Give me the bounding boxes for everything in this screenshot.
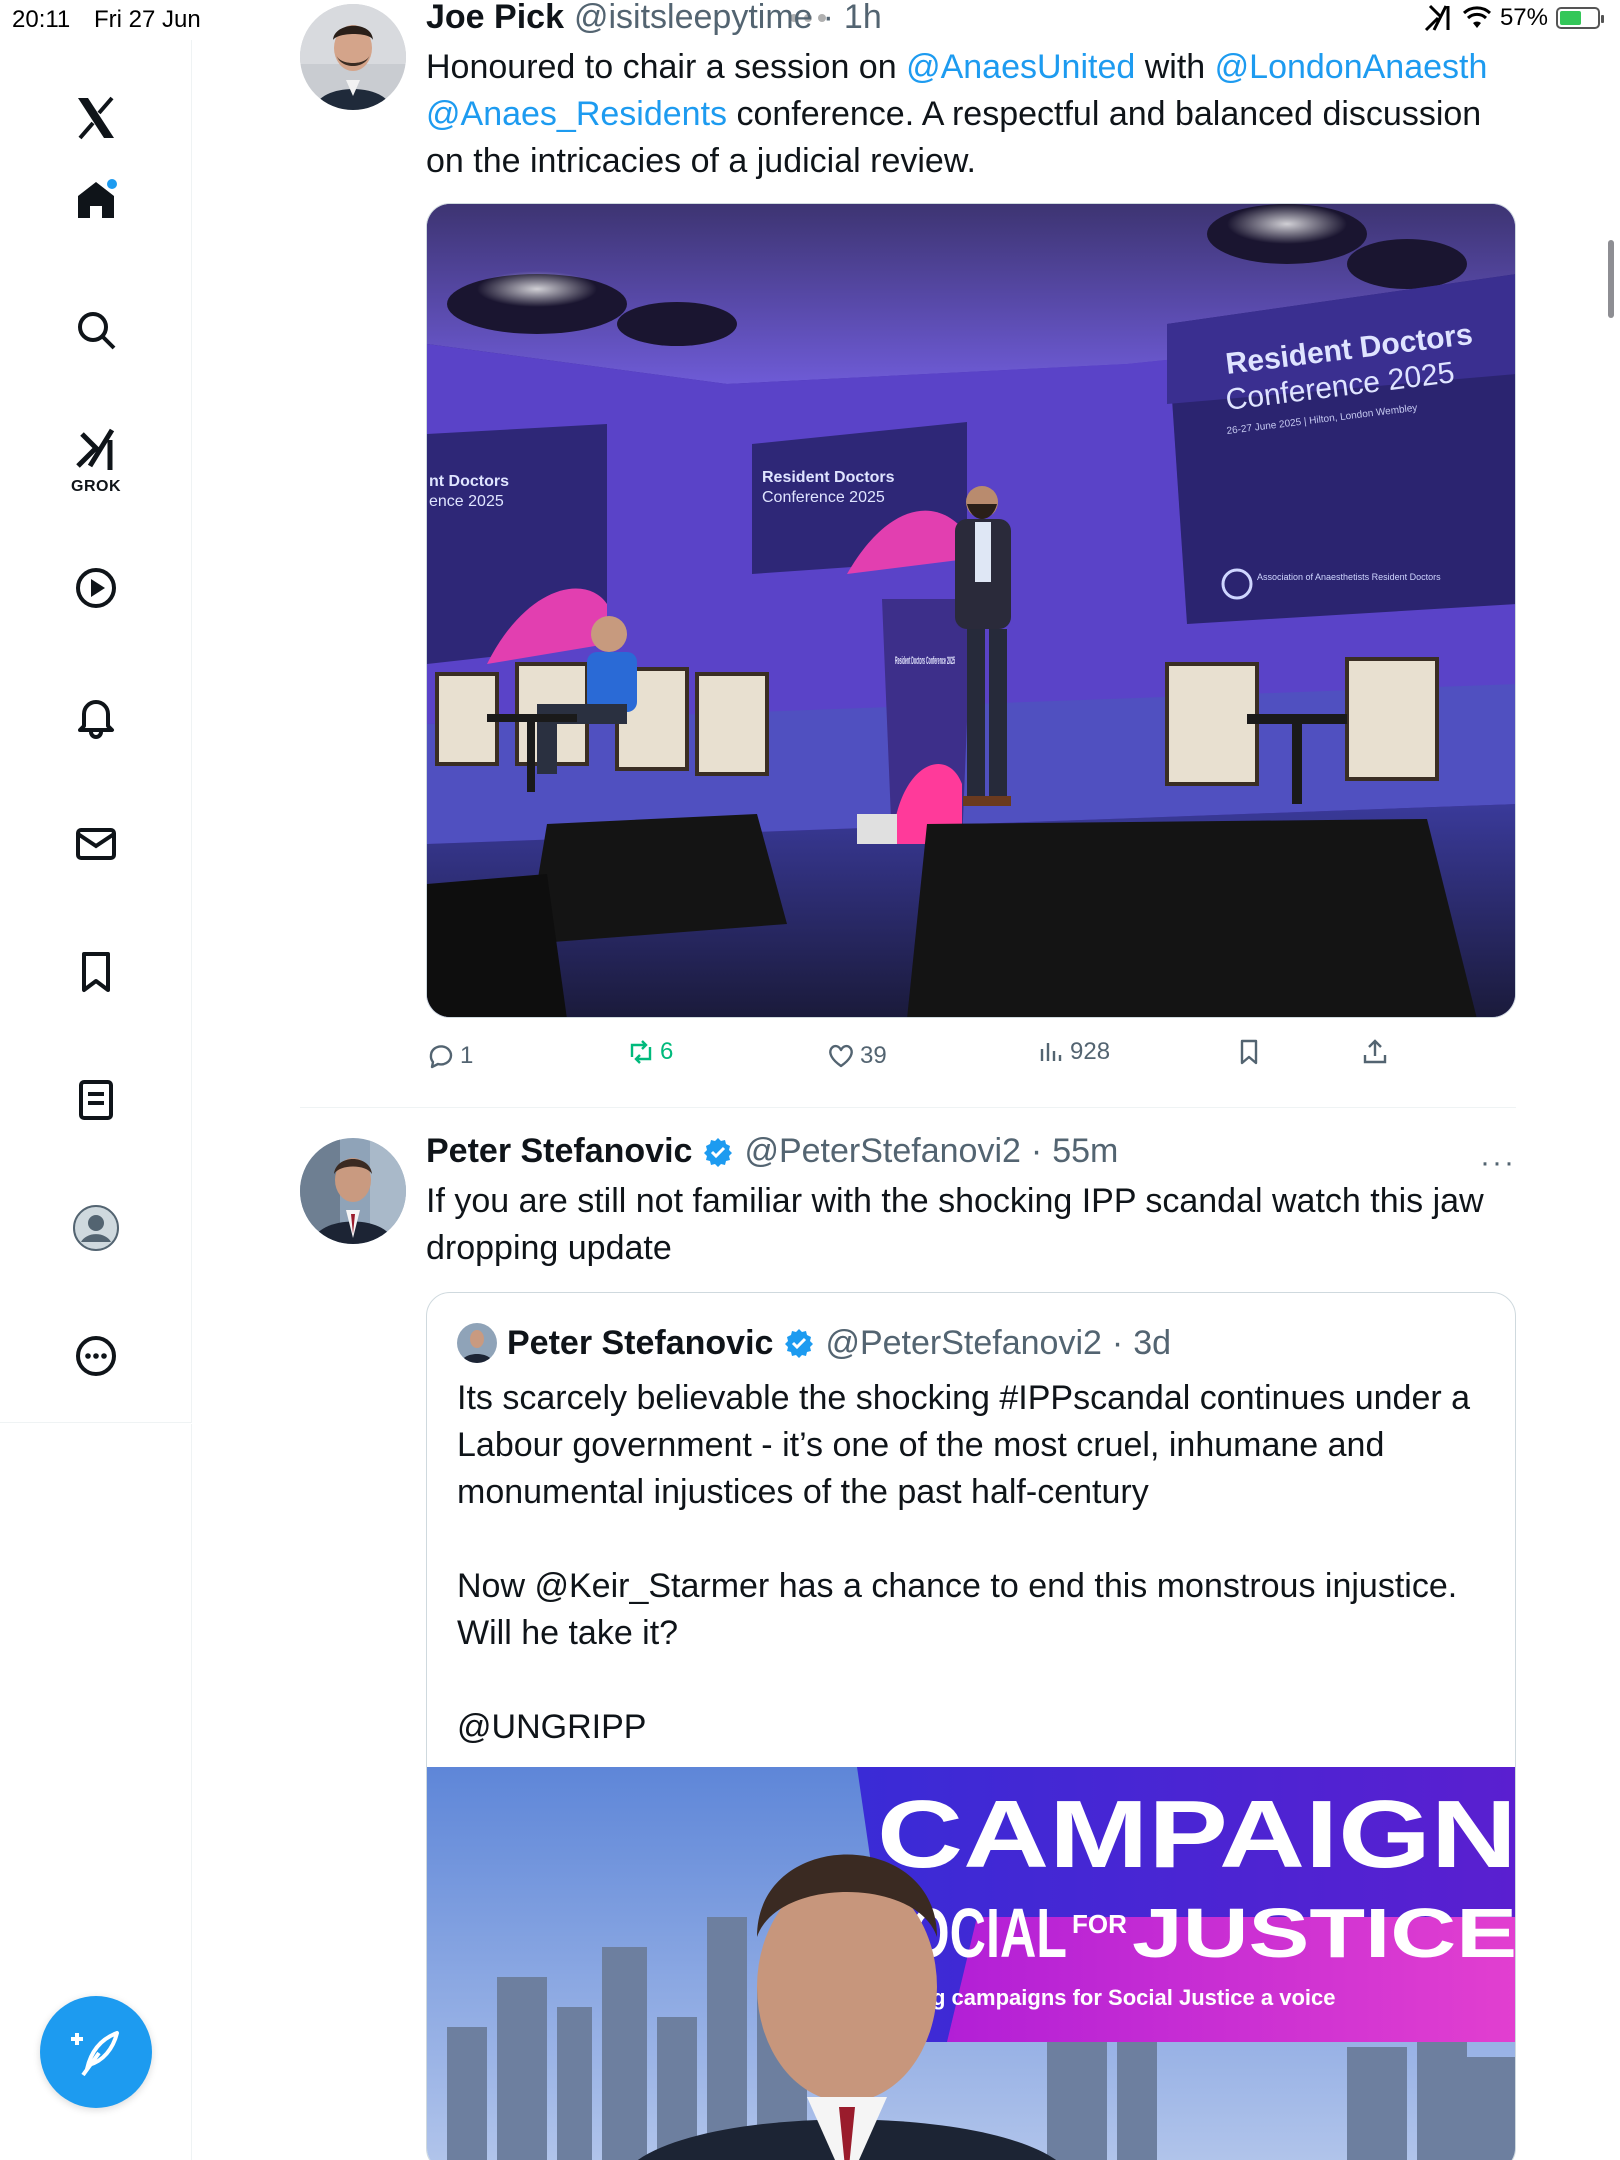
tweet-text: Honoured to chair a session on @AnaesUni… (426, 44, 1516, 185)
tweet-joe-pick[interactable]: Joe Pick @isitsleepytime · 1h Honoured t… (300, 0, 1516, 1108)
battery-icon (1556, 7, 1604, 29)
avatar-peter-stefanovic[interactable] (300, 1138, 406, 1244)
verified-badge-icon (704, 1137, 733, 1167)
banner-justice: JUSTICE (1132, 1894, 1516, 1972)
author-name[interactable]: Peter Stefanovic (426, 1132, 692, 1171)
views-button[interactable]: 928 (1036, 1037, 1110, 1067)
profile-icon[interactable] (66, 1198, 126, 1258)
home-icon[interactable] (66, 170, 126, 230)
author-handle[interactable]: @PeterStefanovi2 (744, 1132, 1020, 1171)
tweet-photo[interactable]: Resident Doctors Conference 2025 26-27 J… (426, 203, 1516, 1018)
x-logo-icon[interactable] (66, 88, 126, 148)
separator-dot: · (822, 0, 834, 36)
grok-icon[interactable] (66, 420, 126, 480)
quote-avatar[interactable] (457, 1323, 497, 1363)
text-segment: Honoured to chair a session on (426, 48, 907, 86)
banner-for: FOR (1072, 1909, 1127, 1939)
like-count: 39 (860, 1042, 887, 1069)
quote-time[interactable]: 3d (1133, 1324, 1171, 1363)
tweet-header: Peter Stefanovic @PeterStefanovi2 · 55m (426, 1132, 1118, 1171)
screen-left-title: nt Doctors (429, 473, 509, 490)
quote-video[interactable]: CAMPAIGN SOCIAL FOR JUSTICE Giving campa… (427, 1767, 1516, 2160)
list-icon[interactable] (66, 1070, 126, 1130)
status-date: Fri 27 Jun (94, 6, 201, 33)
screen-large-org: Association of Anaesthetists Resident Do… (1257, 572, 1441, 582)
tweet-text: If you are still not familiar with the s… (426, 1182, 1484, 1267)
banner-campaign: CAMPAIGN (877, 1781, 1516, 1888)
screen-left-subtitle: ence 2025 (429, 493, 504, 510)
bookmark-icon[interactable] (66, 942, 126, 1002)
author-handle[interactable]: @isitsleepytime (574, 0, 813, 37)
repost-icon (630, 1040, 652, 1064)
banner-tagline: Giving campaigns for Social Justice a vo… (877, 1985, 1336, 2010)
quote-author-name[interactable]: Peter Stefanovic (507, 1324, 773, 1363)
share-button[interactable] (1360, 1037, 1390, 1067)
mention-anaes-residents[interactable]: @Anaes_Residents (426, 95, 727, 133)
sidebar: GROK (0, 40, 192, 1423)
more-icon[interactable] (66, 1326, 126, 1386)
bookmark-icon (1240, 1039, 1258, 1065)
like-button[interactable]: 39 (826, 1041, 887, 1071)
compose-button[interactable] (40, 1996, 152, 2108)
mail-icon[interactable] (66, 814, 126, 874)
quote-tweet[interactable]: Peter Stefanovic @PeterStefanovi2 · 3d I… (426, 1292, 1516, 2160)
reply-icon (429, 1045, 453, 1069)
tweet-actions: 1 6 39 928 (426, 1035, 1516, 1075)
compose-icon (71, 2031, 119, 2077)
reply-count: 1 (460, 1042, 474, 1069)
search-icon[interactable] (66, 300, 126, 360)
reply-button[interactable]: 1 (426, 1041, 473, 1071)
scrollbar[interactable] (1608, 240, 1614, 318)
status-time: 20:11 (12, 6, 71, 33)
bookmark-button[interactable] (1234, 1037, 1264, 1067)
repost-button[interactable]: 6 (626, 1037, 673, 1067)
separator-dot: · (1111, 1323, 1124, 1362)
lectern-text: Resident Doctors Conference 2025 (895, 655, 955, 667)
mention-londonanaesth[interactable]: @LondonAnaesth (1215, 48, 1488, 86)
avatar-joe-pick[interactable] (300, 4, 406, 110)
quote-text: Its scarcely believable the shocking #IP… (457, 1379, 1471, 1746)
separator-dot: · (1030, 1132, 1043, 1170)
repost-count: 6 (660, 1038, 674, 1065)
play-icon[interactable] (66, 558, 126, 618)
share-icon (1363, 1039, 1387, 1064)
heart-icon (829, 1044, 853, 1068)
tweet-time[interactable]: 1h (844, 0, 882, 37)
tweet-header: Joe Pick @isitsleepytime · 1h (426, 0, 882, 37)
verified-badge-icon (785, 1329, 814, 1358)
quote-author-handle[interactable]: @PeterStefanovi2 (825, 1324, 1101, 1363)
screen-mid-subtitle: Conference 2025 (762, 489, 885, 506)
mention-anaesunited[interactable]: @AnaesUnited (906, 48, 1135, 86)
quote-header: Peter Stefanovic @PeterStefanovi2 · 3d (457, 1323, 1171, 1363)
bell-icon[interactable] (66, 686, 126, 746)
views-icon (1040, 1043, 1062, 1061)
grok-label: GROK (71, 478, 121, 495)
view-count: 928 (1070, 1038, 1111, 1065)
screen-mid-title: Resident Doctors (762, 469, 895, 486)
text-segment: with (1135, 48, 1215, 86)
more-options-icon[interactable]: ··· (1480, 1146, 1516, 1180)
author-name[interactable]: Joe Pick (426, 0, 564, 37)
tweet-time[interactable]: 55m (1052, 1132, 1118, 1171)
